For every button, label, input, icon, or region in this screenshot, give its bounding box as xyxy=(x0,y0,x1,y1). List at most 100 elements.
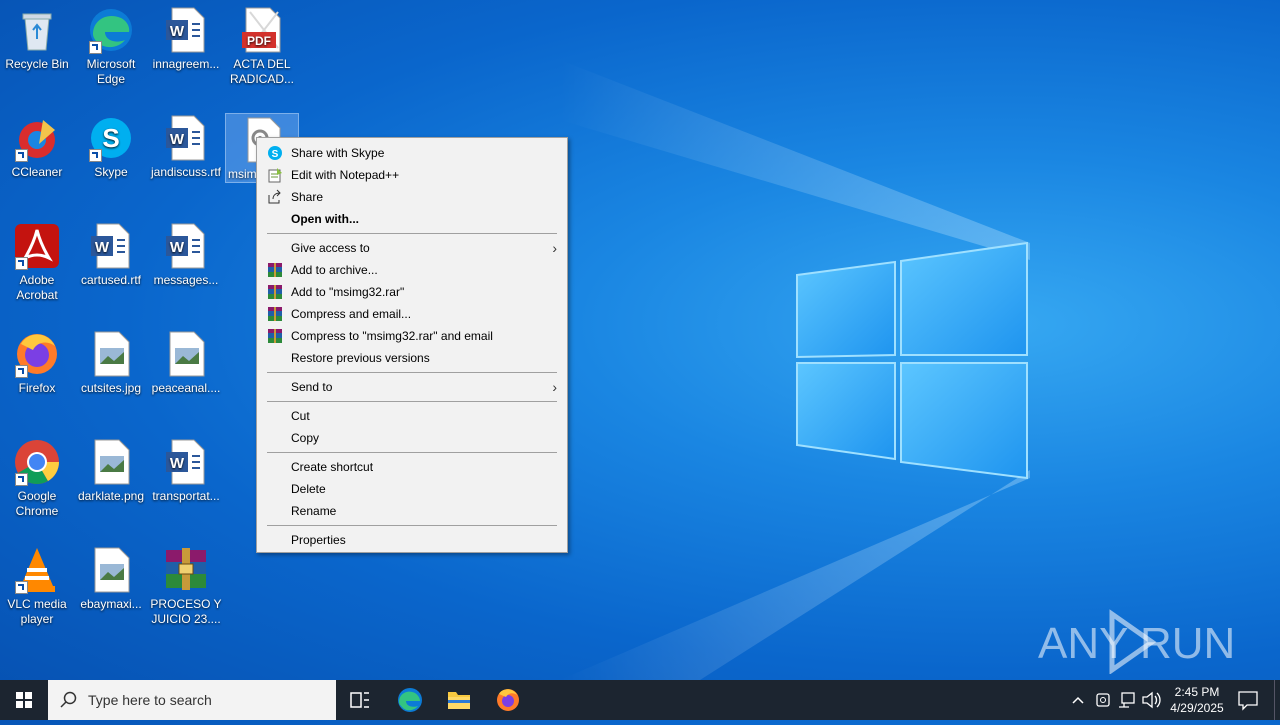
svg-text:W: W xyxy=(170,131,185,148)
shortcut-arrow-icon xyxy=(15,365,28,378)
chevron-up-icon xyxy=(1072,696,1084,704)
image-file-icon xyxy=(94,331,130,377)
volume-button[interactable] xyxy=(1140,680,1162,720)
menu-item-label: Send to xyxy=(291,380,333,394)
menu-item-add-to-msimg32-rar[interactable]: Add to "msimg32.rar" xyxy=(257,281,567,303)
menu-item-cut[interactable]: Cut xyxy=(257,405,567,427)
desktop-icon-microsoft-edge[interactable]: Microsoft Edge xyxy=(74,0,148,87)
menu-item-label: Restore previous versions xyxy=(291,351,430,365)
menu-separator xyxy=(267,401,557,402)
task-view-icon xyxy=(350,692,369,708)
notification-center-button[interactable] xyxy=(1234,680,1262,720)
taskbar: Type here to search 2:45 PM 4/29/2025 xyxy=(0,680,1280,720)
share-icon xyxy=(268,189,281,204)
taskbar-edge-button[interactable] xyxy=(386,680,434,720)
desktop-icon-peaceanal[interactable]: peaceanal.... xyxy=(149,324,223,396)
taskbar-search-box[interactable]: Type here to search xyxy=(48,680,336,720)
show-hidden-icons-button[interactable] xyxy=(1066,680,1090,720)
desktop-icon-messages[interactable]: W messages... xyxy=(149,216,223,288)
desktop-icon-label: CCleaner xyxy=(11,165,63,179)
menu-item-label: Cut xyxy=(291,409,310,423)
menu-separator xyxy=(267,452,557,453)
tray-device-icon xyxy=(1096,693,1110,707)
desktop-icon-transportat[interactable]: W transportat... xyxy=(149,432,223,504)
shortcut-arrow-icon xyxy=(15,581,28,594)
desktop-icon-cutsites[interactable]: cutsites.jpg xyxy=(74,324,148,396)
network-button[interactable] xyxy=(1116,680,1138,720)
svg-text:PDF: PDF xyxy=(247,34,271,48)
menu-item-share-with-skype[interactable]: S Share with Skype xyxy=(257,142,567,164)
menu-item-add-to-archive[interactable]: Add to archive... xyxy=(257,259,567,281)
desktop-icon-vlc[interactable]: VLC media player xyxy=(0,540,74,627)
menu-item-copy[interactable]: Copy xyxy=(257,427,567,449)
windows-logo-icon xyxy=(16,692,32,708)
menu-item-share[interactable]: Share xyxy=(257,186,567,208)
menu-item-label: Rename xyxy=(291,504,337,518)
menu-item-label: Share xyxy=(291,190,324,204)
svg-text:ANY: ANY xyxy=(1038,619,1128,668)
search-placeholder: Type here to search xyxy=(88,692,212,708)
menu-separator xyxy=(267,233,557,234)
svg-text:W: W xyxy=(170,239,185,256)
image-file-icon xyxy=(94,547,130,593)
network-icon xyxy=(1119,692,1135,708)
desktop-icon-label: Recycle Bin xyxy=(5,57,69,71)
menu-item-edit-with-notepad[interactable]: Edit with Notepad++ xyxy=(257,164,567,186)
menu-item-give-access-to[interactable]: Give access to › xyxy=(257,237,567,259)
pdf-icon: PDF xyxy=(242,7,281,53)
firefox-icon xyxy=(497,689,519,711)
desktop-icon-jandiscuss[interactable]: W jandiscuss.rtf xyxy=(149,108,223,180)
menu-separator xyxy=(267,525,557,526)
desktop-icon-innagreem[interactable]: W innagreem... xyxy=(149,0,223,72)
winrar-icon xyxy=(268,329,282,343)
task-view-button[interactable] xyxy=(336,680,384,720)
svg-text:W: W xyxy=(170,23,185,40)
desktop-icon-cartused[interactable]: W cartused.rtf xyxy=(74,216,148,288)
menu-separator xyxy=(267,372,557,373)
winrar-icon xyxy=(268,285,282,299)
desktop-icon-adobe-acrobat[interactable]: Adobe Acrobat xyxy=(0,216,74,303)
menu-item-label: Open with... xyxy=(291,212,359,226)
menu-item-compress-to-rar-and-email[interactable]: Compress to "msimg32.rar" and email xyxy=(257,325,567,347)
desktop-icon-label: jandiscuss.rtf xyxy=(150,165,222,179)
desktop-icon-skype[interactable]: S Skype xyxy=(74,108,148,180)
svg-text:S: S xyxy=(272,149,279,160)
menu-item-restore-previous-versions[interactable]: Restore previous versions xyxy=(257,347,567,369)
desktop-icon-label: ebaymaxi... xyxy=(80,597,142,611)
desktop-icon-ebaymaxi[interactable]: ebaymaxi... xyxy=(74,540,148,612)
menu-item-compress-and-email[interactable]: Compress and email... xyxy=(257,303,567,325)
desktop-icon-ccleaner[interactable]: CCleaner xyxy=(0,108,74,180)
desktop-icon-google-chrome[interactable]: Google Chrome xyxy=(0,432,74,519)
menu-item-delete[interactable]: Delete xyxy=(257,478,567,500)
menu-item-rename[interactable]: Rename xyxy=(257,500,567,522)
clock-date: 4/29/2025 xyxy=(1170,701,1224,715)
menu-item-label: Compress and email... xyxy=(291,307,412,321)
tray-app-button[interactable] xyxy=(1092,680,1114,720)
desktop-icon-firefox[interactable]: Firefox xyxy=(0,324,74,396)
menu-item-properties[interactable]: Properties xyxy=(257,529,567,551)
winrar-icon xyxy=(268,263,282,277)
menu-item-send-to[interactable]: Send to › xyxy=(257,376,567,398)
menu-item-label: Add to archive... xyxy=(291,263,378,277)
notification-icon xyxy=(1238,691,1258,711)
taskbar-clock[interactable]: 2:45 PM 4/29/2025 xyxy=(1160,684,1234,716)
desktop-icon-label: darklate.png xyxy=(77,489,145,503)
menu-item-open-with[interactable]: Open with... xyxy=(257,208,567,230)
desktop-icon-label: Microsoft Edge xyxy=(86,57,136,86)
shortcut-arrow-icon xyxy=(15,473,28,486)
desktop-icon-label: transportat... xyxy=(152,489,220,503)
menu-item-label: Give access to xyxy=(291,241,370,255)
search-icon xyxy=(60,691,77,708)
menu-item-create-shortcut[interactable]: Create shortcut xyxy=(257,456,567,478)
taskbar-firefox-button[interactable] xyxy=(484,680,532,720)
desktop-icon-label: messages... xyxy=(153,273,219,287)
desktop-icon-label: cutsites.jpg xyxy=(80,381,142,395)
show-desktop-button[interactable] xyxy=(1274,680,1280,720)
desktop-icon-darklate[interactable]: darklate.png xyxy=(74,432,148,504)
taskbar-file-explorer-button[interactable] xyxy=(435,680,483,720)
desktop-icon-acta-del-radicad[interactable]: PDF ACTA DEL RADICAD... xyxy=(225,0,299,87)
start-button[interactable] xyxy=(0,680,48,720)
desktop-icon-recycle-bin[interactable]: Recycle Bin xyxy=(0,0,74,72)
desktop-icon-proceso-y-juicio[interactable]: PROCESO Y JUICIO 23.... xyxy=(149,540,223,627)
svg-text:W: W xyxy=(95,239,110,256)
